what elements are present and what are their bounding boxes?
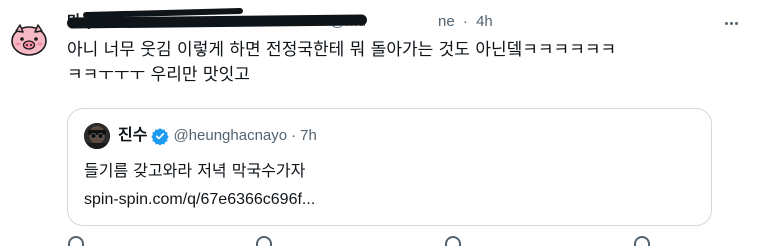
tweet-header: 마 (@mune · 4h	[66, 7, 727, 34]
quoted-link[interactable]: spin-spin.com/q/67e6366c696f...	[84, 188, 315, 212]
pink-pig-icon[interactable]	[10, 21, 48, 59]
quoted-separator-dot: ·	[291, 127, 297, 144]
quoted-tweet[interactable]: 진수 @heunghacnayo · 7h 들기름 갖고와라 저녁 막국수가자 …	[67, 108, 712, 226]
quoted-header: 진수 @heunghacnayo · 7h	[118, 125, 317, 147]
author-name-redacted[interactable]: 마 (@mune	[66, 7, 455, 34]
more-options-icon[interactable]	[721, 13, 741, 33]
retweet-icon[interactable]	[256, 236, 272, 246]
quoted-display-name[interactable]: 진수	[118, 125, 147, 147]
views-icon[interactable]	[634, 236, 650, 246]
reply-icon[interactable]	[68, 236, 84, 246]
quoted-author-avatar[interactable]	[84, 123, 110, 149]
verified-badge-icon	[151, 128, 170, 145]
like-icon[interactable]	[445, 236, 461, 246]
author-handle-tail: ne	[438, 13, 455, 30]
quoted-text: 들기름 갖고와라 저녁 막국수가자	[84, 161, 306, 180]
quoted-handle[interactable]: @heunghacnayo	[173, 125, 287, 147]
tweet-timestamp[interactable]: 4h	[476, 13, 493, 30]
separator-dot: ·	[462, 13, 468, 30]
quoted-timestamp[interactable]: 7h	[300, 125, 317, 147]
profile-photo	[84, 123, 110, 149]
tweet-text: 아니 너무 웃김 이렇게 하면 전정국한테 뭐 돌아가는 것도 아닌뎈ㅋㅋㅋㅋㅋ…	[67, 40, 617, 85]
